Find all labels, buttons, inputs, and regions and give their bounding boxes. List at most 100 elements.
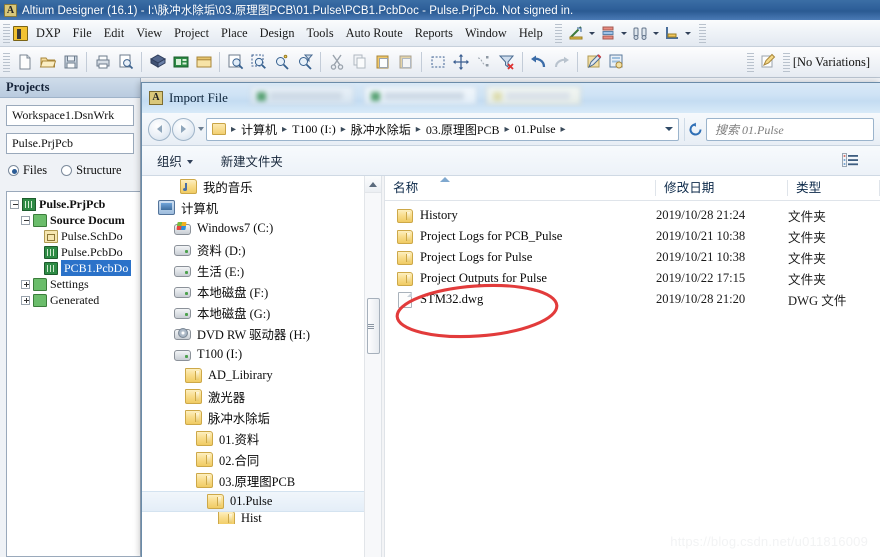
- dxp-icon[interactable]: [13, 25, 28, 41]
- save-icon[interactable]: [60, 52, 81, 73]
- window-icon[interactable]: [193, 52, 214, 73]
- paste-special-icon[interactable]: [395, 52, 416, 73]
- nav-item-ad-libirary[interactable]: AD_Libirary: [142, 365, 381, 386]
- breadcrumb-folder-2[interactable]: 03.原理图PCB: [424, 121, 502, 138]
- binoculars-icon[interactable]: [630, 23, 651, 44]
- menu-project[interactable]: Project: [168, 23, 215, 44]
- forward-button[interactable]: [172, 117, 195, 141]
- copy-icon[interactable]: [349, 52, 370, 73]
- radio-structure[interactable]: Structure: [61, 163, 122, 178]
- nav-item-my-music[interactable]: 我的音乐: [142, 176, 381, 197]
- print-preview-icon[interactable]: [115, 52, 136, 73]
- paste-icon[interactable]: [372, 52, 393, 73]
- nav-item-computer[interactable]: 计算机: [142, 197, 381, 218]
- table-row[interactable]: STM32.dwg 2019/10/28 21:20 DWG 文件: [385, 289, 880, 310]
- board-3d-icon[interactable]: [147, 52, 168, 73]
- nav-item-02-contract[interactable]: 02.合同: [142, 449, 381, 470]
- undo-icon[interactable]: [528, 52, 549, 73]
- menu-window[interactable]: Window: [459, 23, 513, 44]
- layers-dropdown-caret[interactable]: [620, 23, 629, 44]
- breadcrumb-folder-3[interactable]: 01.Pulse: [513, 122, 558, 137]
- nav-item-t100-i[interactable]: T100 (I:): [142, 344, 381, 365]
- new-folder-button[interactable]: 新建文件夹: [214, 149, 290, 173]
- scroll-up-button[interactable]: [365, 176, 381, 193]
- nav-item-01-materials[interactable]: 01.资料: [142, 428, 381, 449]
- scrollbar-thumb[interactable]: [367, 298, 380, 354]
- pcb-editor-icon[interactable]: [606, 52, 627, 73]
- table-row[interactable]: History 2019/10/28 21:24 文件夹: [385, 205, 880, 226]
- menu-help[interactable]: Help: [513, 23, 549, 44]
- zoom-filter-icon[interactable]: [294, 52, 315, 73]
- binoculars-dropdown-caret[interactable]: [652, 23, 661, 44]
- ruler-chart-icon[interactable]: [566, 23, 587, 44]
- menubar-grip-2[interactable]: [554, 23, 562, 43]
- column-header-date[interactable]: 修改日期: [656, 176, 788, 200]
- expander-minus-icon[interactable]: [10, 199, 19, 209]
- menu-place[interactable]: Place: [215, 23, 254, 44]
- view-mode-control[interactable]: [842, 153, 872, 168]
- menu-file[interactable]: File: [67, 23, 98, 44]
- nav-item-drive-e[interactable]: 生活 (E:): [142, 260, 381, 281]
- menu-design[interactable]: Design: [254, 23, 301, 44]
- menu-reports[interactable]: Reports: [409, 23, 459, 44]
- variations-icon[interactable]: [758, 52, 779, 73]
- move-icon[interactable]: [450, 52, 471, 73]
- layers-stack-icon[interactable]: [598, 23, 619, 44]
- cut-icon[interactable]: [326, 52, 347, 73]
- menu-view[interactable]: View: [130, 23, 168, 44]
- menu-tools[interactable]: Tools: [300, 23, 339, 44]
- expander-minus-icon[interactable]: [21, 215, 30, 225]
- column-header-type[interactable]: 类型: [788, 176, 880, 200]
- project-tree-item-settings[interactable]: Settings: [7, 276, 140, 292]
- clear-filter-icon[interactable]: [496, 52, 517, 73]
- project-tree-item-source-documents[interactable]: Source Docum: [7, 212, 140, 228]
- print-icon[interactable]: [92, 52, 113, 73]
- project-selector[interactable]: Pulse.PrjPcb: [6, 133, 134, 154]
- back-button[interactable]: [148, 117, 171, 141]
- table-row[interactable]: Project Logs for PCB_Pulse 2019/10/21 10…: [385, 226, 880, 247]
- history-dropdown-button[interactable]: [195, 118, 206, 141]
- project-tree-item-pcb1-pcbdoc[interactable]: PCB1.PcbDo: [7, 260, 140, 276]
- breadcrumb-folder-1[interactable]: 脉冲水除垢: [349, 121, 413, 138]
- menu-dxp[interactable]: DXP: [30, 23, 67, 44]
- project-tree-item-pulse-schdoc[interactable]: Pulse.SchDo: [7, 228, 140, 244]
- project-tree-item-generated[interactable]: Generated: [7, 292, 140, 308]
- zoom-area-icon[interactable]: [248, 52, 269, 73]
- zoom-document-icon[interactable]: [225, 52, 246, 73]
- table-row[interactable]: Project Outputs for Pulse 2019/10/22 17:…: [385, 268, 880, 289]
- select-area-icon[interactable]: [427, 52, 448, 73]
- nav-item-pulse-descaling[interactable]: 脉冲水除垢: [142, 407, 381, 428]
- nav-item-03-schematic-pcb[interactable]: 03.原理图PCB: [142, 470, 381, 491]
- nav-item-drive-d[interactable]: 资料 (D:): [142, 239, 381, 260]
- measure-dropdown-caret[interactable]: [684, 23, 693, 44]
- column-header-name[interactable]: 名称: [385, 176, 656, 200]
- new-document-icon[interactable]: [14, 52, 35, 73]
- menubar-grip[interactable]: [3, 23, 10, 43]
- nav-item-windows7-c[interactable]: Windows7 (C:): [142, 218, 381, 239]
- workspace-selector[interactable]: Workspace1.DsnWrk: [6, 105, 134, 126]
- menubar-grip-3[interactable]: [698, 23, 706, 43]
- expander-plus-icon[interactable]: [21, 279, 30, 289]
- refresh-button[interactable]: [684, 117, 706, 141]
- nav-item-history[interactable]: Hist: [142, 512, 381, 524]
- nav-item-01-pulse[interactable]: 01.Pulse: [142, 491, 381, 512]
- address-bar[interactable]: ▸ 计算机 ▸ T100 (I:) ▸ 脉冲水除垢 ▸ 03.原理图PCB ▸ …: [206, 117, 679, 141]
- breadcrumb-computer[interactable]: 计算机: [239, 121, 279, 138]
- breadcrumb-t100[interactable]: T100 (I:): [290, 122, 338, 137]
- toolbar-grip[interactable]: [3, 52, 10, 72]
- expander-plus-icon[interactable]: [21, 295, 30, 305]
- toolbar-grip-2[interactable]: [746, 52, 754, 72]
- redo-icon[interactable]: [551, 52, 572, 73]
- zoom-in-icon[interactable]: [271, 52, 292, 73]
- organize-button[interactable]: 组织: [150, 149, 200, 173]
- menu-edit[interactable]: Edit: [98, 23, 131, 44]
- toolbar-grip-3[interactable]: [782, 52, 790, 72]
- project-tree-item-pulse-pcbdoc[interactable]: Pulse.PcbDo: [7, 244, 140, 260]
- menu-auto-route[interactable]: Auto Route: [340, 23, 409, 44]
- open-folder-icon[interactable]: [37, 52, 58, 73]
- search-input[interactable]: 搜索 01.Pulse: [706, 117, 874, 141]
- pcb-document-icon[interactable]: [170, 52, 191, 73]
- nav-item-dvd-drive-h[interactable]: DVD RW 驱动器 (H:): [142, 323, 381, 344]
- address-dropdown-caret[interactable]: [660, 119, 678, 140]
- project-tree-item-pulse-prjpcb[interactable]: Pulse.PrjPcb: [7, 196, 140, 212]
